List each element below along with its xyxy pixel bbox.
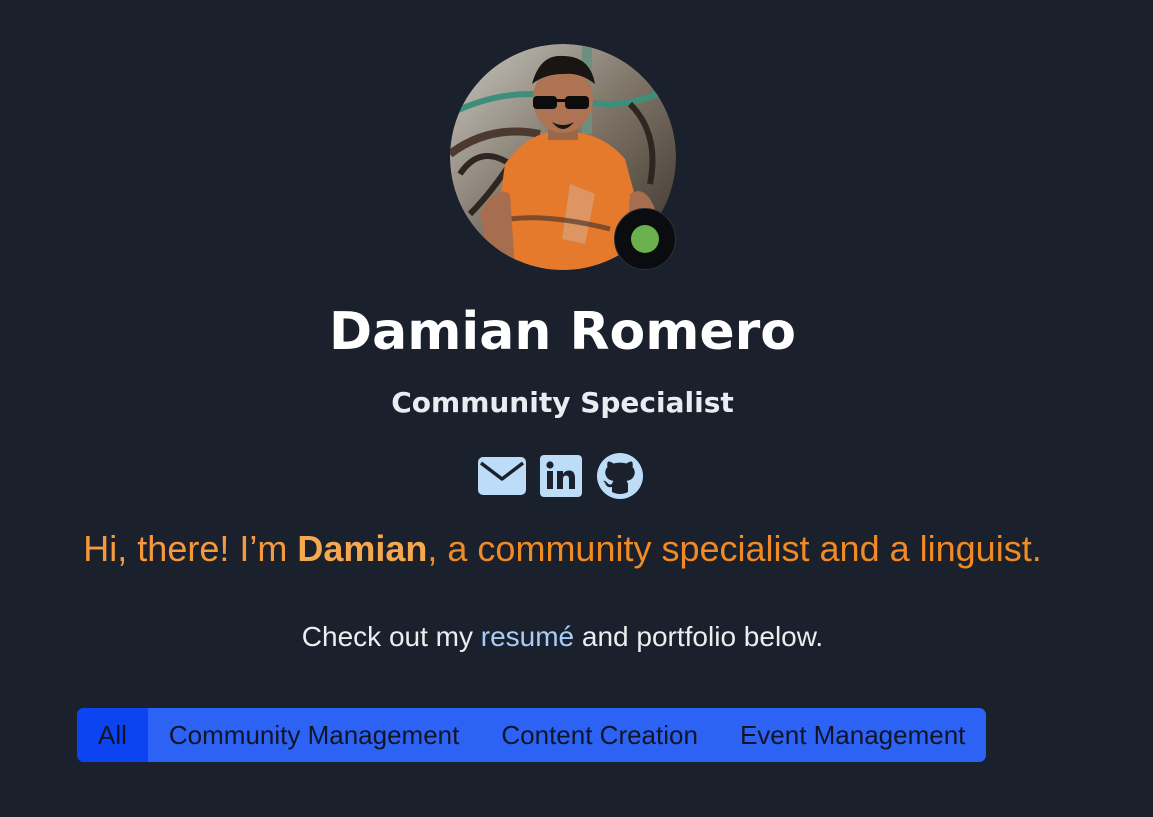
profile-name: Damian Romero [328, 302, 797, 362]
email-link[interactable] [478, 456, 526, 500]
cta-prefix: Check out my [301, 621, 481, 652]
cta-suffix: and portfolio below. [574, 621, 824, 652]
linkedin-icon [540, 454, 582, 497]
github-link[interactable] [596, 452, 644, 505]
cta-text: Check out my resumé and portfolio below. [0, 618, 1125, 656]
filter-community-management-button[interactable]: Community Management [148, 708, 480, 762]
envelope-icon [478, 456, 526, 495]
profile-role: Community Specialist [391, 386, 734, 419]
intro-text: Hi, there! I’m Damian, a community speci… [0, 526, 1125, 572]
online-status-indicator [614, 208, 676, 270]
github-icon [597, 452, 643, 499]
resume-link[interactable]: resumé [481, 621, 574, 652]
filter-content-creation-button[interactable]: Content Creation [480, 708, 719, 762]
profile-avatar-container [450, 44, 676, 270]
social-links [478, 452, 648, 505]
status-dot-icon [631, 225, 659, 253]
intro-suffix: , a community specialist and a linguist. [427, 528, 1042, 569]
intro-name: Damian [297, 528, 428, 569]
filter-all-button[interactable]: All [77, 708, 148, 762]
linkedin-link[interactable] [540, 454, 582, 502]
filter-event-management-button[interactable]: Event Management [719, 708, 986, 762]
portfolio-filter-group: All Community Management Content Creatio… [77, 708, 987, 762]
intro-prefix: Hi, there! I’m [83, 528, 298, 569]
